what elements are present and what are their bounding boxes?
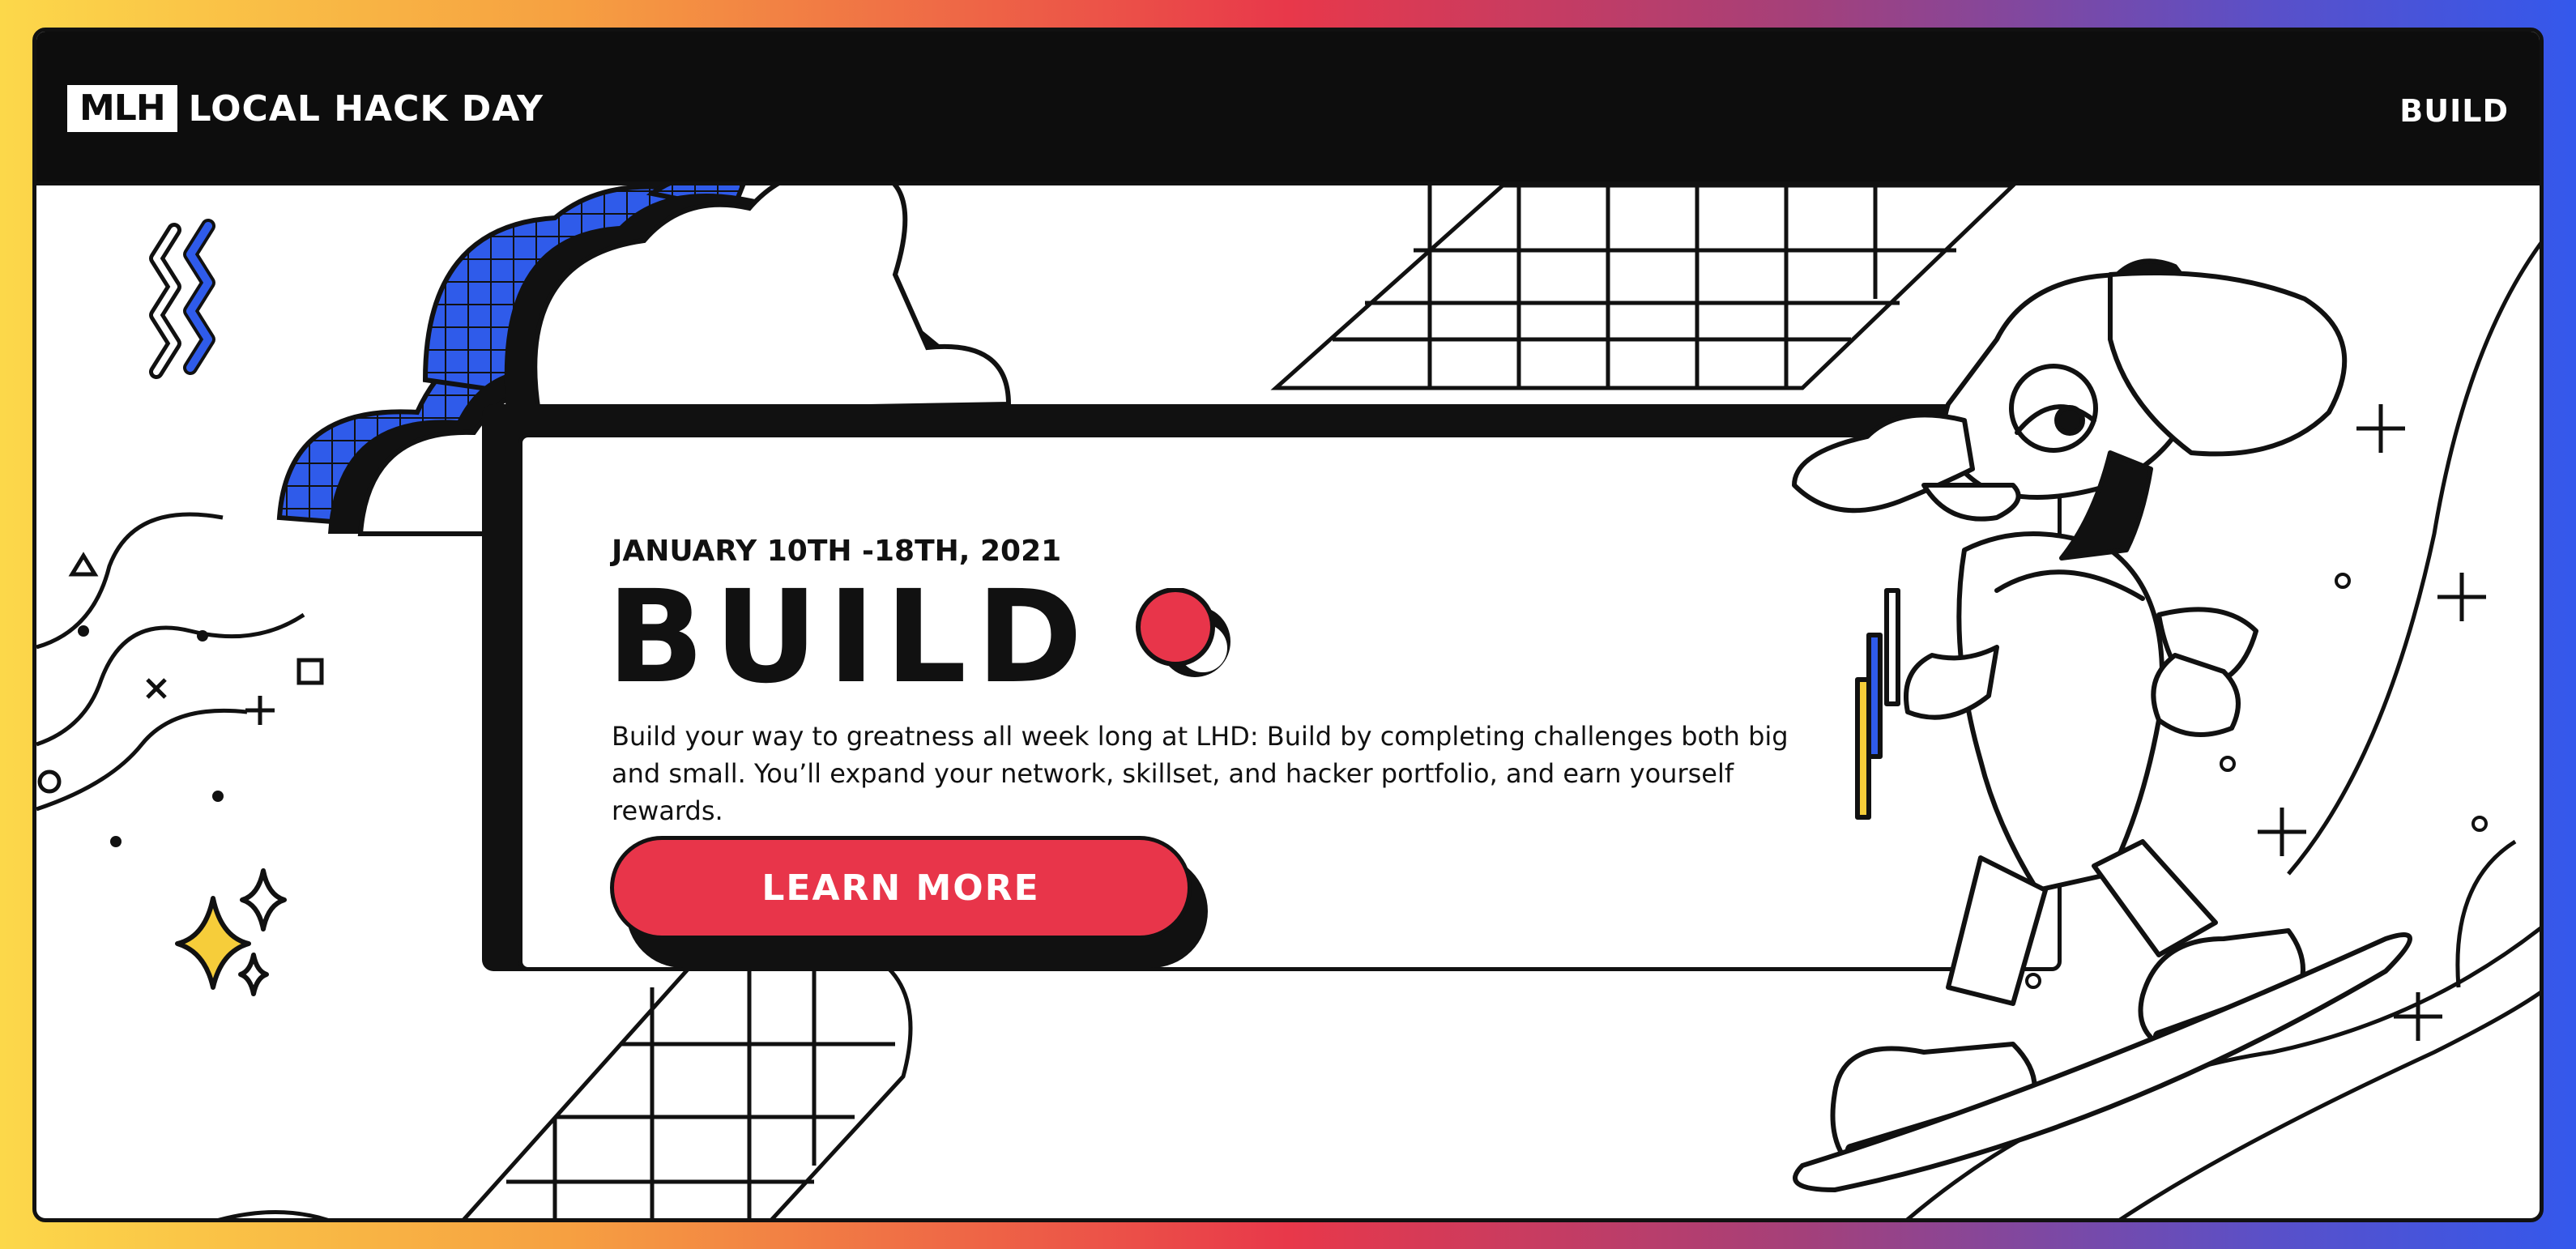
page-frame: MLH LOCAL HACK DAY BUILD JANUARY 10TH -1… xyxy=(32,28,2544,1222)
elephant-mascot-icon xyxy=(1792,258,2412,1192)
